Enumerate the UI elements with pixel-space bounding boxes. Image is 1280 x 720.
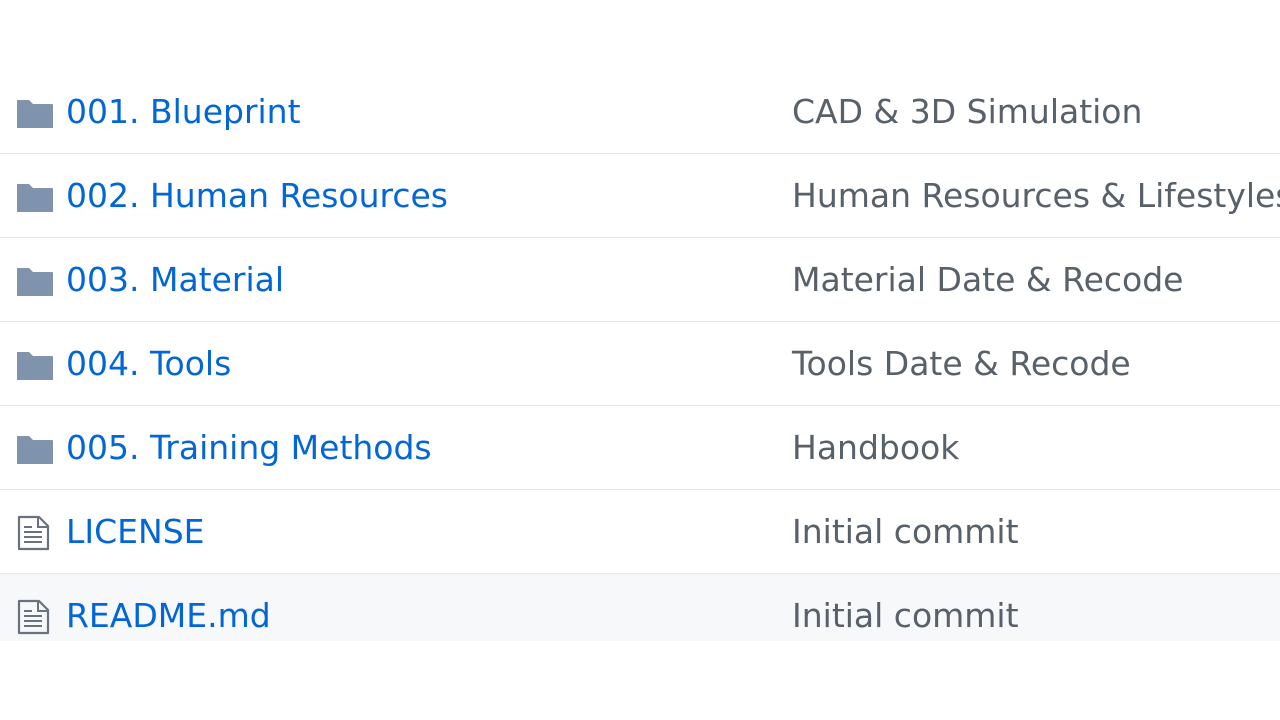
file-text-icon: [16, 599, 54, 635]
file-row-license[interactable]: LICENSE Initial commit: [0, 490, 1280, 574]
file-name-link[interactable]: 004. Tools: [66, 342, 231, 386]
file-name-link[interactable]: LICENSE: [66, 510, 205, 554]
commit-message-link[interactable]: Tools Date & Recode: [792, 342, 1131, 386]
commit-message-link[interactable]: Handbook: [792, 426, 959, 470]
file-row-training-methods[interactable]: 005. Training Methods Handbook: [0, 406, 1280, 490]
commit-message-link[interactable]: Initial commit: [792, 510, 1019, 554]
file-row-blueprint[interactable]: 001. Blueprint CAD & 3D Simulation: [0, 70, 1280, 154]
file-name-link[interactable]: 003. Material: [66, 258, 284, 302]
file-name-link[interactable]: README.md: [66, 594, 271, 638]
file-row-material[interactable]: 003. Material Material Date & Recode: [0, 238, 1280, 322]
folder-icon: [16, 347, 54, 383]
commit-message-link[interactable]: Human Resources & Lifestyles: [792, 174, 1280, 218]
commit-message-link[interactable]: Material Date & Recode: [792, 258, 1183, 302]
commit-message-link[interactable]: Initial commit: [792, 594, 1019, 638]
commit-message-link[interactable]: CAD & 3D Simulation: [792, 90, 1142, 134]
folder-icon: [16, 431, 54, 467]
folder-icon: [16, 263, 54, 299]
folder-icon: [16, 179, 54, 215]
file-name-link[interactable]: 001. Blueprint: [66, 90, 301, 134]
file-name-link[interactable]: 002. Human Resources: [66, 174, 448, 218]
folder-icon: [16, 95, 54, 131]
file-row-readme[interactable]: README.md Initial commit: [0, 574, 1280, 641]
file-name-link[interactable]: 005. Training Methods: [66, 426, 432, 470]
file-list: 001. Blueprint CAD & 3D Simulation 002. …: [0, 70, 1280, 641]
file-row-tools[interactable]: 004. Tools Tools Date & Recode: [0, 322, 1280, 406]
file-row-human-resources[interactable]: 002. Human Resources Human Resources & L…: [0, 154, 1280, 238]
file-text-icon: [16, 515, 54, 551]
